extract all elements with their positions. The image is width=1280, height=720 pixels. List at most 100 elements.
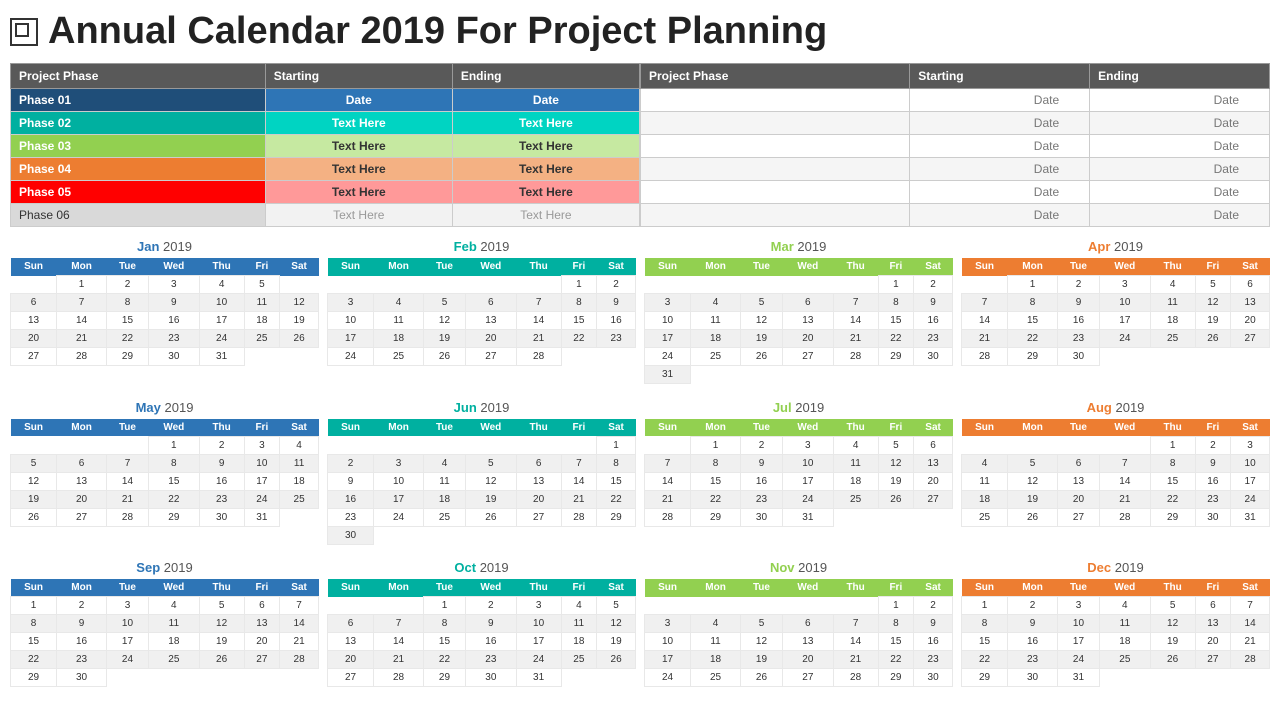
calendar-day: 6 (11, 294, 57, 312)
calendar-day: 18 (1100, 633, 1151, 651)
calendar-day: 9 (914, 294, 953, 312)
weekday-header: Thu (833, 258, 878, 276)
calendar-week-row: 10111213141516 (645, 633, 953, 651)
calendar-day: 3 (244, 436, 280, 454)
calendar-day: 4 (374, 294, 424, 312)
calendar-day: 1 (149, 436, 200, 454)
calendar-day: 30 (914, 348, 953, 366)
calendar-day: 14 (833, 312, 878, 330)
weekday-header: Fri (1195, 579, 1231, 597)
phase-label: Phase 03 (11, 135, 266, 158)
calendar-day: 1 (1150, 436, 1195, 454)
month-title: Apr 2019 (961, 239, 1270, 254)
calendar-day: 11 (833, 454, 878, 472)
calendar-week-row: 123 (962, 436, 1270, 454)
calendar-day: 5 (878, 436, 914, 454)
weekday-header: Sun (328, 258, 374, 276)
calendar-day: 14 (374, 633, 424, 651)
empty-day (1100, 348, 1151, 366)
phase-row-right: Date Date (641, 112, 1270, 135)
weekday-header: Mon (57, 258, 107, 276)
calendar-day: 16 (328, 490, 374, 508)
calendar-day: 25 (374, 348, 424, 366)
phase-start[interactable]: Text Here (265, 181, 452, 204)
phase-start[interactable]: Date (265, 89, 452, 112)
month-table: SunMonTueWedThuFriSat1234567891011121314… (327, 579, 636, 695)
weekday-header: Fri (561, 258, 597, 276)
phase-start-right: Date (910, 89, 1090, 112)
calendar-day: 2 (57, 597, 107, 615)
calendar-day: 11 (962, 472, 1008, 490)
calendar-day: 28 (106, 508, 148, 526)
phase-end[interactable]: Text Here (452, 135, 639, 158)
calendar-day: 19 (597, 633, 636, 651)
weekday-header: Thu (833, 579, 878, 597)
month-table: SunMonTueWedThuFriSat1234567891011121314… (961, 579, 1270, 695)
phase-end[interactable]: Text Here (452, 158, 639, 181)
weekday-header: Wed (149, 419, 200, 437)
calendar-day: 14 (106, 472, 148, 490)
calendar-day: 7 (106, 454, 148, 472)
calendar-day: 14 (645, 472, 691, 490)
phase-start-right: Date (910, 204, 1090, 227)
calendar-day: 29 (149, 508, 200, 526)
year-label: 2019 (1115, 400, 1144, 415)
calendar-day: 26 (1150, 651, 1195, 669)
calendar-day: 14 (516, 312, 561, 330)
phase-end[interactable]: Text Here (452, 112, 639, 135)
phase-start[interactable]: Text Here (265, 135, 452, 158)
calendar-day: 8 (561, 294, 597, 312)
calendar-day: 6 (57, 454, 107, 472)
empty-day (516, 276, 561, 294)
month-title: Mar 2019 (644, 239, 953, 254)
phase-start[interactable]: Text Here (265, 112, 452, 135)
calendar-day: 9 (328, 472, 374, 490)
month-jun: Jun 2019 SunMonTueWedThuFriSat1234567891… (327, 400, 636, 553)
phase-end[interactable]: Date (452, 89, 639, 112)
calendar-day: 16 (740, 472, 782, 490)
empty-row (962, 366, 1270, 374)
calendar-day: 3 (1057, 597, 1099, 615)
calendar-day: 24 (106, 651, 148, 669)
calendar-day: 30 (740, 508, 782, 526)
calendar-day: 13 (1231, 294, 1270, 312)
phase-end[interactable]: Text Here (452, 181, 639, 204)
phase-start[interactable]: Text Here (265, 204, 452, 227)
calendar-day: 9 (1195, 454, 1231, 472)
calendar-day: 16 (597, 312, 636, 330)
calendar-week-row: 9101112131415 (328, 472, 636, 490)
calendar-day: 13 (914, 454, 953, 472)
weekday-header-row: SunMonTueWedThuFriSat (328, 579, 636, 597)
calendar-day: 30 (149, 348, 200, 366)
calendar-day: 26 (740, 669, 782, 687)
calendar-day: 19 (1150, 633, 1195, 651)
calendar-day: 4 (199, 276, 244, 294)
calendar-day: 23 (466, 651, 517, 669)
calendar-day: 22 (878, 651, 914, 669)
calendar-day: 26 (466, 508, 517, 526)
calendar-day: 7 (561, 454, 597, 472)
phase-end[interactable]: Text Here (452, 204, 639, 227)
calendar-day: 3 (328, 294, 374, 312)
page-title: Annual Calendar 2019 For Project Plannin… (48, 10, 827, 53)
calendar-day: 3 (374, 454, 424, 472)
calendar-day: 3 (516, 597, 561, 615)
empty-day (833, 597, 878, 615)
month-nov: Nov 2019 SunMonTueWedThuFriSat1234567891… (644, 560, 953, 695)
month-jul: Jul 2019 SunMonTueWedThuFriSat1234567891… (644, 400, 953, 553)
phase-start[interactable]: Text Here (265, 158, 452, 181)
phase-start-right: Date (910, 135, 1090, 158)
weekday-header: Tue (740, 258, 782, 276)
empty-row (328, 366, 636, 374)
weekday-header: Thu (199, 579, 244, 597)
empty-day (783, 366, 834, 384)
calendar-day: 30 (1008, 669, 1058, 687)
calendar-day: 29 (106, 348, 148, 366)
weekday-header: Fri (244, 419, 280, 437)
weekday-header: Fri (878, 579, 914, 597)
calendar-day: 17 (645, 651, 691, 669)
empty-day (561, 436, 597, 454)
calendar-day: 5 (423, 294, 465, 312)
month-name: Jul (773, 400, 792, 415)
calendar-day: 3 (645, 294, 691, 312)
